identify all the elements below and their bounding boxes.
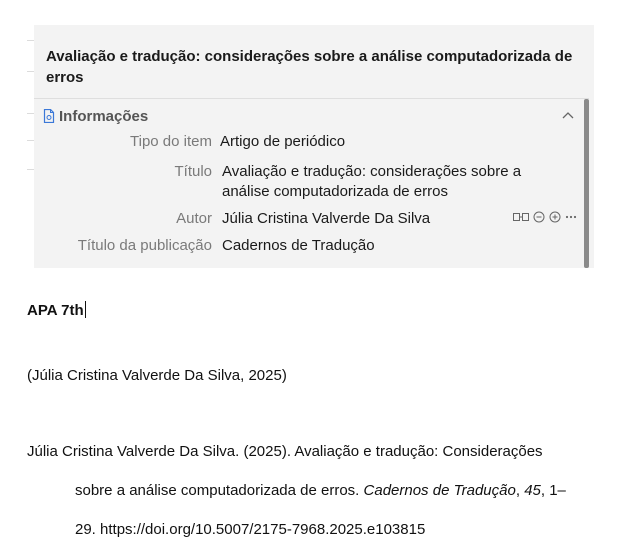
bib-pages: , 1– [540,482,566,499]
publication-value[interactable]: Cadernos de Tradução [222,236,532,256]
citation-style-heading[interactable]: APA 7th [27,301,86,319]
bib-journal: Cadernos de Tradução [363,482,516,499]
field-label: Autor [176,210,212,227]
item-info-screenshot: Avaliação e tradução: considerações sobr… [27,25,594,268]
minus-circle-icon[interactable] [533,211,545,223]
bib-part-3: 29. https://doi.org/10.5007/2175-7968.20… [75,521,426,538]
style-heading-text: APA 7th [27,302,84,319]
section-info-header[interactable]: Informações [43,106,148,126]
strip-mark [27,143,34,170]
in-text-citation[interactable]: (Júlia Cristina Valverde Da Silva, 2025) [27,367,287,384]
document-icon [43,109,55,123]
section-title: Informações [59,107,149,125]
field-label: Título [174,163,212,180]
left-strip [27,25,34,268]
scrollbar[interactable] [584,99,589,268]
bib-line: sobre a análise computadorizada de erros… [27,471,587,510]
title-value[interactable]: Avaliação e tradução: considerações sobr… [222,162,532,202]
bib-part-1: Júlia Cristina Valverde Da Silva. (2025)… [27,443,543,460]
bib-part-2: sobre a análise computadorizada de erros… [75,482,364,499]
item-title: Avaliação e tradução: considerações sobr… [46,48,573,86]
strip-mark [27,40,34,72]
field-label: Tipo do item [130,133,212,150]
author-value[interactable]: Júlia Cristina Valverde Da Silva [222,209,532,229]
bib-line: Júlia Cristina Valverde Da Silva. (2025)… [27,432,587,471]
creator-actions [513,211,577,223]
plus-circle-icon[interactable] [549,211,561,223]
page: Avaliação e tradução: considerações sobr… [0,0,621,552]
more-icon[interactable] [565,211,577,223]
bib-volume: 45 [524,482,541,499]
divider [34,98,589,99]
item-pane: Avaliação e tradução: considerações sobr… [34,25,589,268]
strip-mark [27,113,34,141]
bib-sep: , [515,482,525,499]
bibliography-entry[interactable]: Júlia Cristina Valverde Da Silva. (2025)… [27,432,587,549]
swap-name-icon[interactable] [513,212,529,222]
bib-line: 29. https://doi.org/10.5007/2175-7968.20… [27,510,587,549]
item-type-value[interactable]: Artigo de periódico [220,132,530,152]
field-label: Título da publicação [77,237,212,254]
chevron-up-icon[interactable] [561,108,575,122]
text-cursor [84,301,86,318]
